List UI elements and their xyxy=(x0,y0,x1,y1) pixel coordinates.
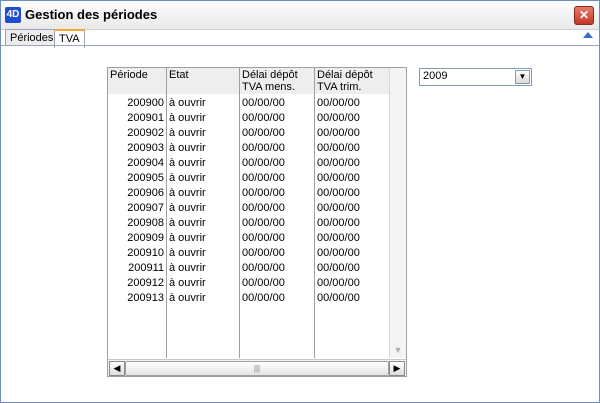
column-header-delai-trim[interactable]: Délai dépôt TVA trim. xyxy=(315,68,391,94)
cell-periode[interactable]: 200910 xyxy=(110,246,164,261)
chevron-down-icon[interactable]: ▼ xyxy=(515,70,530,84)
scrollbar-thumb[interactable]: ||| xyxy=(125,361,389,376)
cell-delai-mens[interactable]: 00/00/00 xyxy=(242,291,314,306)
cell-delai-trim[interactable]: 00/00/00 xyxy=(317,186,389,201)
cell-etat[interactable]: à ouvrir xyxy=(169,156,239,171)
4d-logo-icon: 4D xyxy=(5,7,21,23)
window-title: Gestion des périodes xyxy=(25,7,158,22)
cell-periode[interactable]: 200902 xyxy=(110,126,164,141)
cell-etat[interactable]: à ouvrir xyxy=(169,111,239,126)
cell-delai-mens[interactable]: 00/00/00 xyxy=(242,96,314,111)
cell-etat[interactable]: à ouvrir xyxy=(169,141,239,156)
cell-periode[interactable]: 200913 xyxy=(110,291,164,306)
cell-etat[interactable]: à ouvrir xyxy=(169,186,239,201)
cell-etat[interactable]: à ouvrir xyxy=(169,171,239,186)
cell-periode[interactable]: 200911 xyxy=(110,261,164,276)
periods-table[interactable]: Période Etat Délai dépôt TVA mens. Délai… xyxy=(107,67,407,377)
year-select[interactable]: 2009 ▼ xyxy=(419,68,532,86)
cell-periode[interactable]: 200908 xyxy=(110,216,164,231)
column-header-periode[interactable]: Période xyxy=(108,68,166,94)
close-button[interactable]: ✕ xyxy=(574,6,594,25)
cell-delai-mens[interactable]: 00/00/00 xyxy=(242,246,314,261)
app-window: 4D Gestion des périodes ✕ Périodes TVA P… xyxy=(0,0,600,403)
cell-delai-mens[interactable]: 00/00/00 xyxy=(242,231,314,246)
cell-etat[interactable]: à ouvrir xyxy=(169,261,239,276)
cell-delai-trim[interactable]: 00/00/00 xyxy=(317,246,389,261)
scroll-left-button[interactable]: ◀ xyxy=(109,361,125,376)
cell-delai-trim[interactable]: 00/00/00 xyxy=(317,231,389,246)
cell-delai-trim[interactable]: 00/00/00 xyxy=(317,291,389,306)
cell-periode[interactable]: 200912 xyxy=(110,276,164,291)
cell-delai-mens[interactable]: 00/00/00 xyxy=(242,201,314,216)
cell-delai-mens[interactable]: 00/00/00 xyxy=(242,141,314,156)
cell-etat[interactable]: à ouvrir xyxy=(169,246,239,261)
tab-divider xyxy=(1,45,599,46)
cell-delai-trim[interactable]: 00/00/00 xyxy=(317,171,389,186)
cell-delai-trim[interactable]: 00/00/00 xyxy=(317,141,389,156)
cell-etat[interactable]: à ouvrir xyxy=(169,291,239,306)
cell-etat[interactable]: à ouvrir xyxy=(169,276,239,291)
cell-delai-trim[interactable]: 00/00/00 xyxy=(317,111,389,126)
cell-etat[interactable]: à ouvrir xyxy=(169,231,239,246)
cell-periode[interactable]: 200906 xyxy=(110,186,164,201)
cell-periode[interactable]: 200903 xyxy=(110,141,164,156)
triangle-up-icon[interactable] xyxy=(583,32,593,38)
cell-delai-mens[interactable]: 00/00/00 xyxy=(242,156,314,171)
cell-delai-mens[interactable]: 00/00/00 xyxy=(242,216,314,231)
cell-etat[interactable]: à ouvrir xyxy=(169,96,239,111)
cell-periode[interactable]: 200900 xyxy=(110,96,164,111)
scroll-right-button[interactable]: ▶ xyxy=(389,361,405,376)
cell-periode[interactable]: 200907 xyxy=(110,201,164,216)
cell-delai-trim[interactable]: 00/00/00 xyxy=(317,276,389,291)
cell-delai-trim[interactable]: 00/00/00 xyxy=(317,216,389,231)
cell-delai-mens[interactable]: 00/00/00 xyxy=(242,276,314,291)
cell-delai-mens[interactable]: 00/00/00 xyxy=(242,261,314,276)
cell-etat[interactable]: à ouvrir xyxy=(169,216,239,231)
column-divider xyxy=(314,68,315,358)
cell-delai-trim[interactable]: 00/00/00 xyxy=(317,156,389,171)
column-divider xyxy=(166,68,167,358)
cell-delai-mens[interactable]: 00/00/00 xyxy=(242,171,314,186)
cell-periode[interactable]: 200905 xyxy=(110,171,164,186)
cell-etat[interactable]: à ouvrir xyxy=(169,126,239,141)
vertical-scrollbar[interactable]: ▼ xyxy=(389,68,406,358)
cell-periode[interactable]: 200904 xyxy=(110,156,164,171)
horizontal-scrollbar[interactable]: ◀ ||| ▶ xyxy=(108,359,406,376)
cell-delai-mens[interactable]: 00/00/00 xyxy=(242,186,314,201)
tab-periodes[interactable]: Périodes xyxy=(5,29,59,46)
cell-etat[interactable]: à ouvrir xyxy=(169,201,239,216)
title-bar: 4D Gestion des périodes ✕ xyxy=(1,1,599,30)
cell-delai-trim[interactable]: 00/00/00 xyxy=(317,96,389,111)
cell-periode[interactable]: 200909 xyxy=(110,231,164,246)
cell-delai-mens[interactable]: 00/00/00 xyxy=(242,126,314,141)
column-divider xyxy=(239,68,240,358)
cell-delai-trim[interactable]: 00/00/00 xyxy=(317,126,389,141)
cell-delai-mens[interactable]: 00/00/00 xyxy=(242,111,314,126)
cell-delai-trim[interactable]: 00/00/00 xyxy=(317,261,389,276)
column-header-delai-mens[interactable]: Délai dépôt TVA mens. xyxy=(240,68,314,94)
cell-periode[interactable]: 200901 xyxy=(110,111,164,126)
scroll-down-icon[interactable]: ▼ xyxy=(392,344,404,356)
cell-delai-trim[interactable]: 00/00/00 xyxy=(317,201,389,216)
column-header-etat[interactable]: Etat xyxy=(167,68,239,94)
year-select-value: 2009 xyxy=(423,70,448,82)
